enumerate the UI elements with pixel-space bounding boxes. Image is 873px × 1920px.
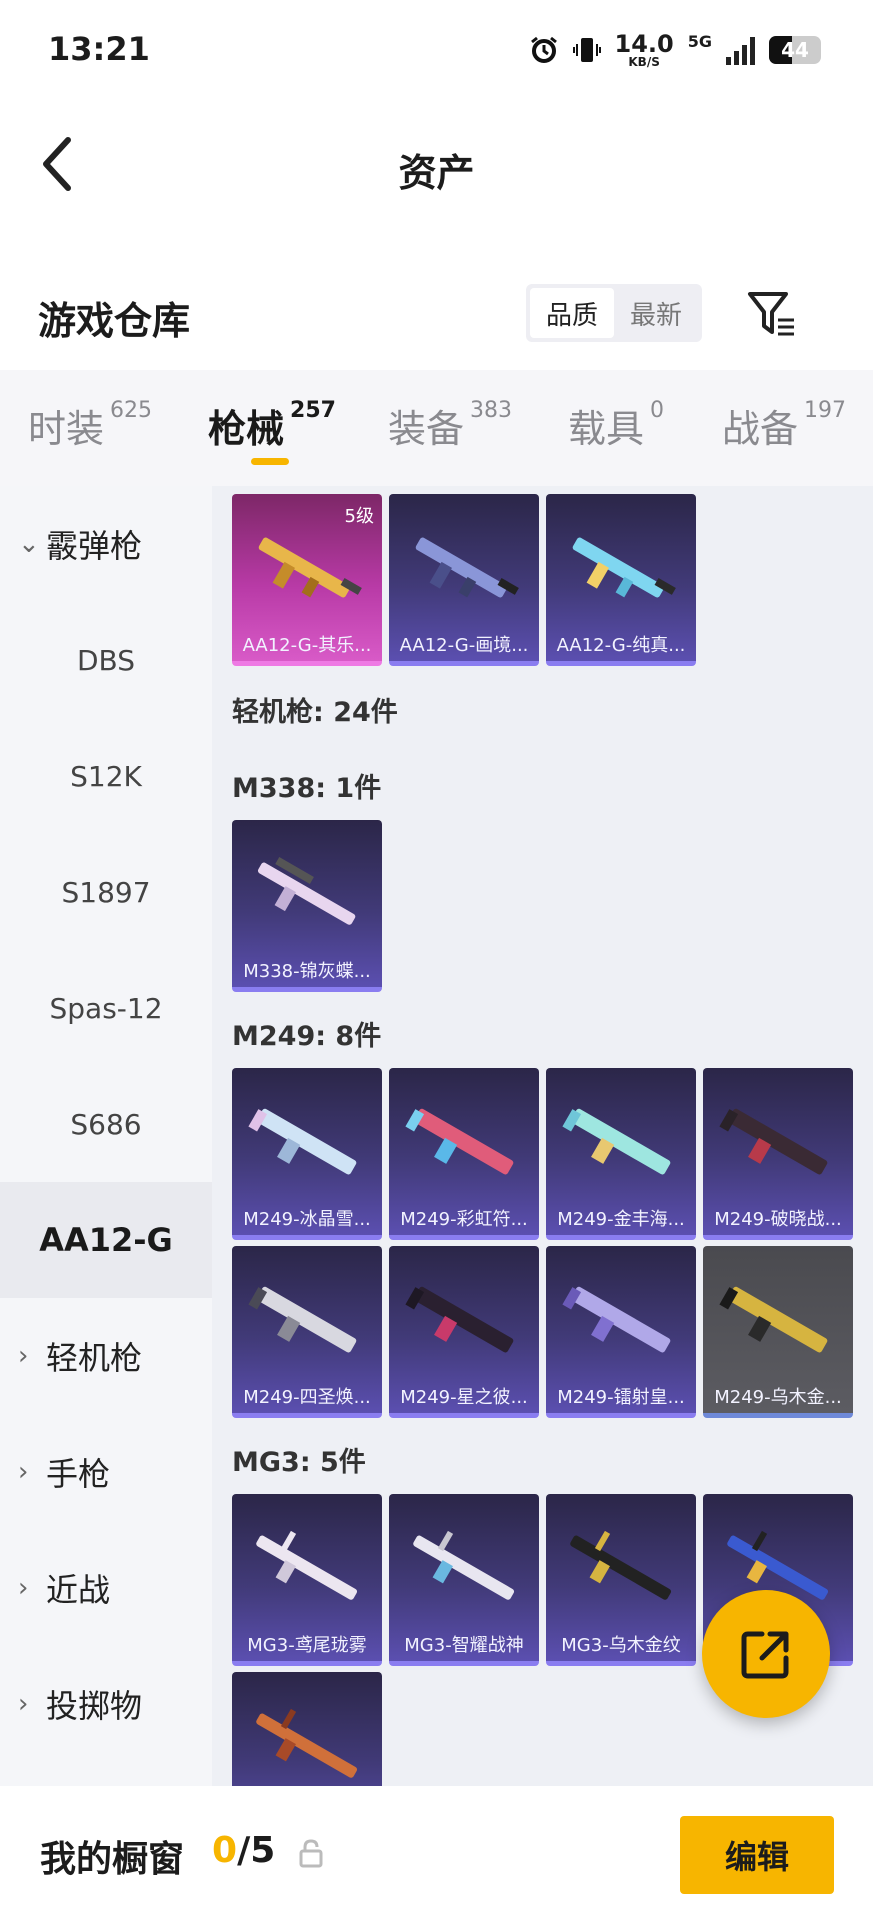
- lock-icon: [299, 1839, 323, 1868]
- group-header-m249: M249: 8件: [232, 1021, 382, 1052]
- rifle-icon: [413, 1530, 515, 1600]
- item-card[interactable]: AA12-G-纯真...: [546, 494, 696, 666]
- group-header-lmg: 轻机枪: 24件: [232, 697, 398, 728]
- sort-toggle: 品质 最新: [526, 284, 702, 342]
- sidebar-item-s686[interactable]: S686: [0, 1066, 212, 1182]
- chevron-right-icon: ›: [18, 1341, 29, 1371]
- rifle-icon: [572, 537, 676, 598]
- sidebar-item-melee[interactable]: › 近战: [0, 1530, 212, 1646]
- item-card[interactable]: M249-彩虹符...: [389, 1068, 539, 1240]
- share-button[interactable]: [702, 1590, 830, 1718]
- network-type: 5G: [687, 32, 712, 51]
- rifle-icon: [562, 1108, 671, 1175]
- rifle-icon: [719, 1286, 828, 1353]
- item-card[interactable]: AA12-G-画境...: [389, 494, 539, 666]
- group-header-m338: M338: 1件: [232, 773, 382, 804]
- sidebar-item-spas12[interactable]: Spas-12: [0, 950, 212, 1066]
- chevron-right-icon: ›: [18, 1457, 29, 1487]
- rifle-icon: [405, 1108, 514, 1175]
- rifle-icon: [248, 1286, 357, 1353]
- rifle-icon: [415, 537, 519, 598]
- status-time: 13:21: [48, 30, 150, 68]
- sidebar-item-shotgun[interactable]: ⌄ 霰弹枪: [0, 486, 212, 602]
- tab-equipment[interactable]: 装备 383: [388, 398, 512, 453]
- nav-header: 资产: [0, 104, 873, 224]
- status-icons: 14.0 KB/S 5G 44: [529, 32, 821, 68]
- showcase-count: 0/5: [212, 1830, 276, 1871]
- item-card[interactable]: M249-镭射皇...: [546, 1246, 696, 1418]
- alarm-icon: [530, 36, 557, 63]
- sidebar-item-lmg[interactable]: › 轻机枪: [0, 1298, 212, 1414]
- vibrate-icon: [572, 38, 601, 62]
- showcase-bar: 我的橱窗 0/5 编辑: [0, 1786, 873, 1920]
- rifle-icon: [256, 1530, 358, 1600]
- item-card[interactable]: M338-锦灰蝶...: [232, 820, 382, 992]
- item-card[interactable]: M249-乌木金...: [703, 1246, 853, 1418]
- rifle-icon: [258, 537, 362, 598]
- sidebar-item-dbs[interactable]: DBS: [0, 602, 212, 718]
- item-card[interactable]: [232, 1672, 382, 1786]
- item-card[interactable]: MG3-乌木金纹: [546, 1494, 696, 1666]
- tab-guns[interactable]: 枪械 257: [208, 398, 336, 453]
- rifle-icon: [256, 1708, 358, 1778]
- rifle-icon: [405, 1286, 514, 1353]
- rifle-icon: [248, 1108, 357, 1175]
- status-bar: 13:21 14.0 KB/S 5G 44: [0, 0, 873, 104]
- tab-supplies[interactable]: 战备 197: [722, 398, 846, 453]
- sort-latest-button[interactable]: 最新: [614, 288, 698, 338]
- item-card[interactable]: 5级 AA12-G-其乐...: [232, 494, 382, 666]
- chevron-down-icon: ⌄: [18, 529, 40, 559]
- item-card[interactable]: M249-破晓战...: [703, 1068, 853, 1240]
- warehouse-row: 游戏仓库 品质 最新: [0, 270, 873, 356]
- item-card[interactable]: M249-星之彼...: [389, 1246, 539, 1418]
- sort-quality-button[interactable]: 品质: [530, 288, 614, 338]
- warehouse-title: 游戏仓库: [38, 299, 191, 343]
- sidebar-item-s12k[interactable]: S12K: [0, 718, 212, 834]
- tab-outfits[interactable]: 时装 625: [28, 398, 152, 453]
- category-tabs: 时装 625 枪械 257 装备 383 载具 0 战备 197: [0, 370, 873, 486]
- rifle-icon: [570, 1530, 672, 1600]
- share-icon: [741, 1631, 789, 1679]
- battery-icon: 44: [769, 36, 821, 64]
- item-card[interactable]: MG3-鸢尾珑雾: [232, 1494, 382, 1666]
- item-card[interactable]: M249-金丰海...: [546, 1068, 696, 1240]
- signal-icon: [726, 35, 755, 65]
- rifle-icon: [257, 857, 356, 925]
- chevron-right-icon: ›: [18, 1689, 29, 1719]
- sidebar-item-aa12g[interactable]: AA12-G: [0, 1182, 212, 1298]
- sidebar-item-throwable[interactable]: › 投掷物: [0, 1646, 212, 1762]
- sidebar: ⌄ 霰弹枪 DBS S12K S1897 Spas-12 S686 AA12-G…: [0, 486, 212, 1786]
- edit-button[interactable]: 编辑: [680, 1816, 834, 1894]
- tab-indicator: [251, 458, 289, 465]
- filter-icon[interactable]: [746, 288, 798, 340]
- item-card[interactable]: M249-四圣焕...: [232, 1246, 382, 1418]
- rifle-icon: [562, 1286, 671, 1353]
- tab-vehicles[interactable]: 载具 0: [568, 398, 664, 453]
- item-card[interactable]: MG3-智耀战神: [389, 1494, 539, 1666]
- item-card[interactable]: M249-冰晶雪...: [232, 1068, 382, 1240]
- sidebar-item-s1897[interactable]: S1897: [0, 834, 212, 950]
- chevron-right-icon: ›: [18, 1573, 29, 1603]
- network-speed: 14.0 KB/S: [614, 30, 674, 69]
- rifle-icon: [719, 1108, 828, 1175]
- sidebar-item-pistol[interactable]: › 手枪: [0, 1414, 212, 1530]
- page-title: 资产: [398, 151, 475, 195]
- group-header-mg3: MG3: 5件: [232, 1447, 366, 1478]
- showcase-label: 我的橱窗: [40, 1839, 185, 1880]
